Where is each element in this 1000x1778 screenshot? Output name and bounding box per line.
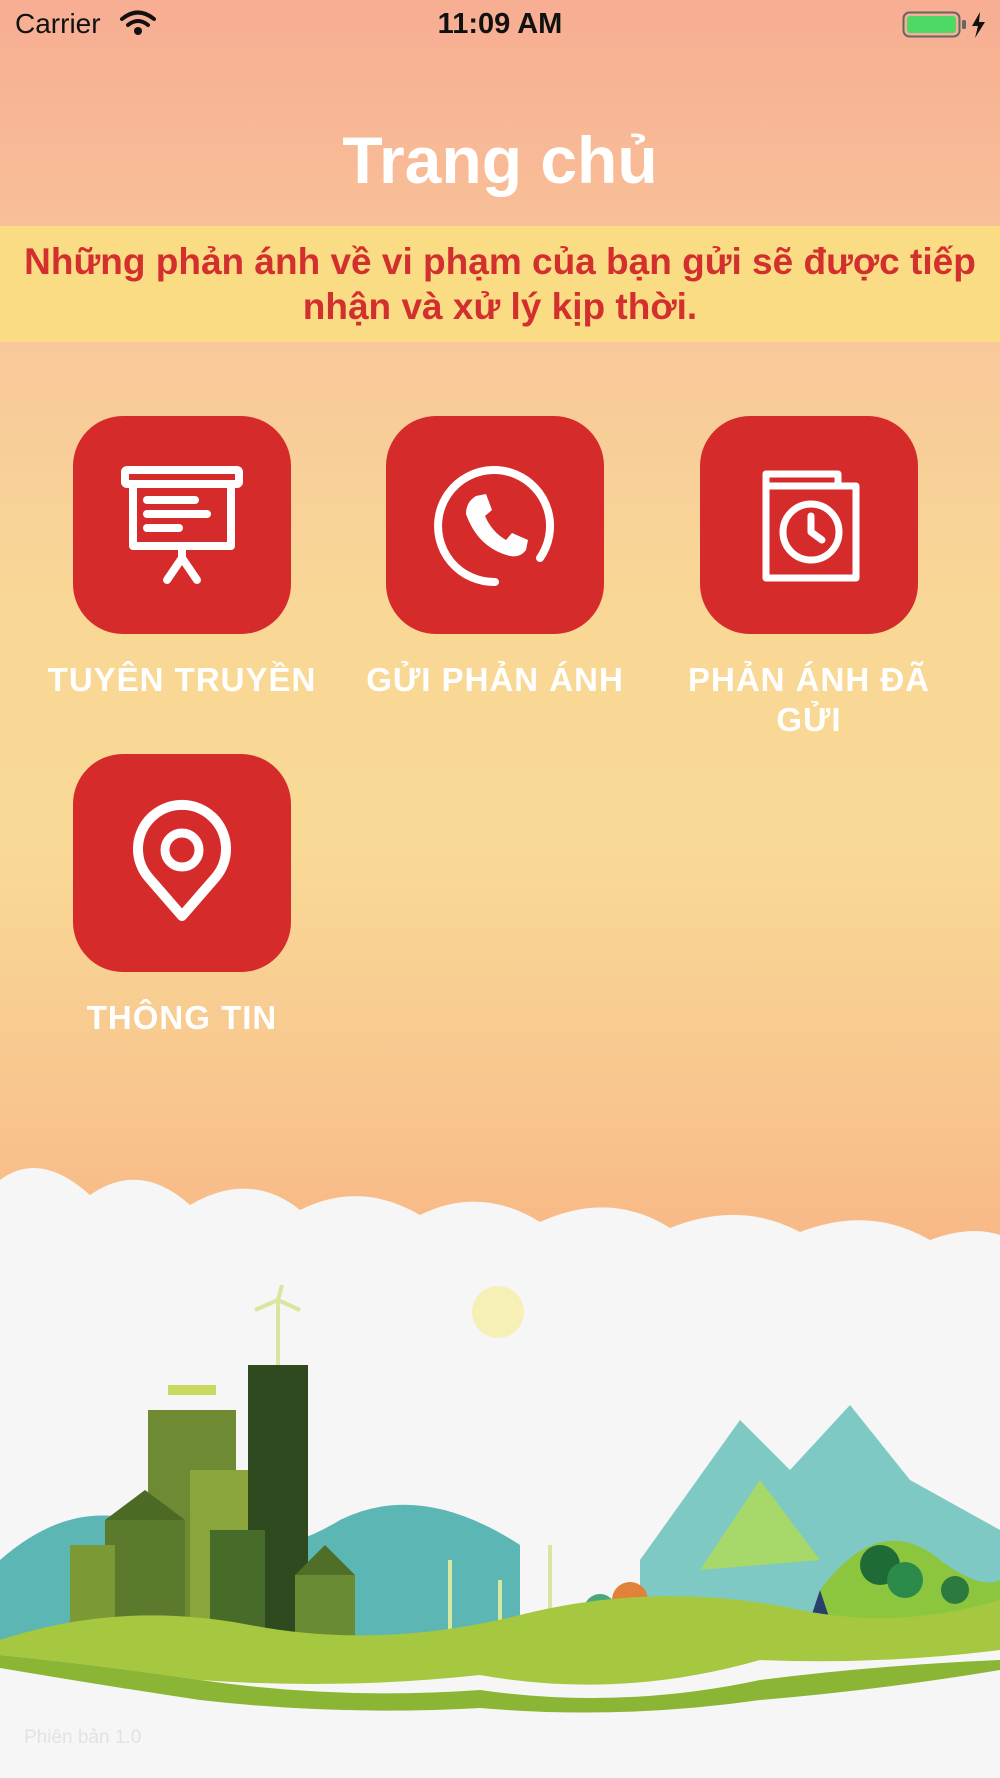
phone-call-icon [434,466,554,587]
tile-thong-tin[interactable]: THÔNG TIN [27,754,337,1038]
version-label: Phiên bản 1.0 [24,1727,142,1748]
tile-tuyen-truyen[interactable]: TUYÊN TRUYỀN [27,416,337,700]
tile-icon-box[interactable] [73,754,291,972]
tile-icon-box[interactable] [700,416,918,634]
tile-label: TUYÊN TRUYỀN [47,661,317,698]
status-time: 11:09 AM [437,8,563,40]
notice-text: Những phản ánh về vi phạm của bạn gửi sẽ… [24,241,976,327]
presentation-board-icon [121,466,243,584]
tile-icon-box[interactable] [386,416,604,634]
status-bar: Carrier 11:09 AM [0,0,1000,50]
tile-label: GỬI PHẢN ÁNH [366,661,624,698]
tile-phan-anh-da-gui[interactable]: PHẢN ÁNH ĐÃ GỬI [654,416,964,740]
tile-label: PHẢN ÁNH ĐÃ GỬI [688,661,930,738]
notice-banner: Những phản ánh về vi phạm của bạn gửi sẽ… [0,226,1000,342]
battery-icon [902,10,992,45]
page-title: Trang chủ [342,123,658,197]
location-pin-icon [133,799,231,921]
tile-icon-box[interactable] [73,416,291,634]
tile-gui-phan-anh[interactable]: GỬI PHẢN ÁNH [340,416,650,700]
tile-label: THÔNG TIN [86,999,278,1036]
history-book-icon [762,470,860,582]
